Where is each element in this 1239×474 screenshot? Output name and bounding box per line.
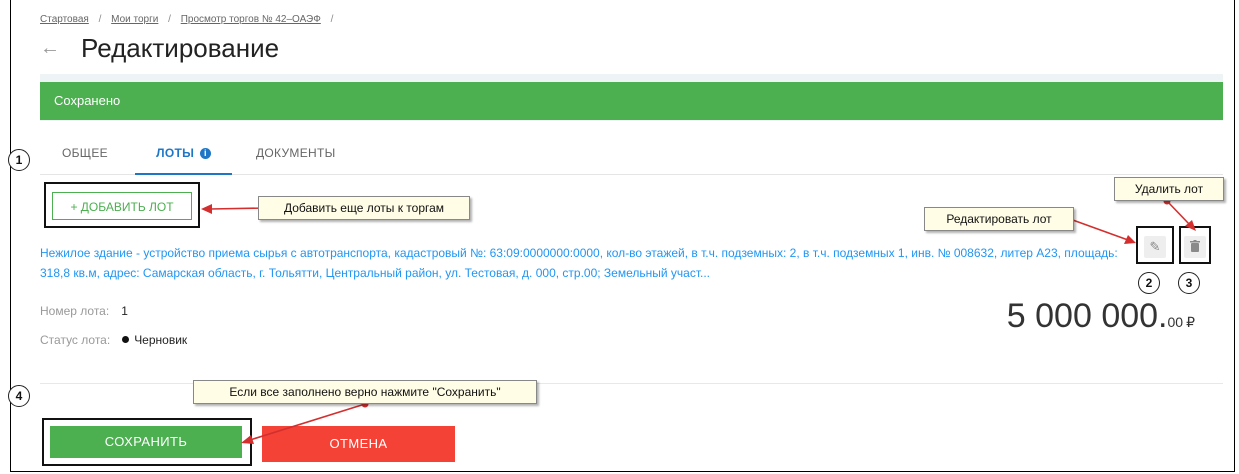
lot-number-label: Номер лота: bbox=[40, 304, 110, 318]
delete-lot-callout: Удалить лот bbox=[1114, 177, 1224, 201]
lot-status-value-wrap: Черновик bbox=[122, 333, 187, 347]
currency-symbol: ₽ bbox=[1186, 314, 1195, 330]
breadcrumb-separator: / bbox=[330, 14, 334, 25]
breadcrumb-separator: / bbox=[168, 14, 171, 25]
back-arrow-icon[interactable]: ← bbox=[40, 38, 60, 58]
trash-icon[interactable] bbox=[1184, 236, 1206, 258]
pencil-icon[interactable]: ✎ bbox=[1144, 236, 1166, 258]
breadcrumb-home[interactable]: Стартовая bbox=[40, 14, 89, 25]
save-highlight: СОХРАНИТЬ bbox=[42, 418, 252, 466]
status-dot-icon bbox=[122, 336, 130, 343]
price-cents: 00 bbox=[1167, 314, 1184, 330]
edit-lot-highlight: ✎ bbox=[1136, 226, 1174, 264]
step-marker-1: 1 bbox=[8, 149, 30, 171]
saved-notice: Сохранено bbox=[40, 82, 1223, 120]
step-marker-4: 4 bbox=[8, 385, 30, 407]
step-marker-2: 2 bbox=[1138, 272, 1160, 294]
info-icon: i bbox=[199, 148, 211, 159]
tab-documents[interactable]: ДОКУМЕНТЫ bbox=[256, 146, 336, 173]
step-marker-3: 3 bbox=[1178, 272, 1200, 294]
cancel-button[interactable]: ОТМЕНА bbox=[262, 426, 455, 462]
breadcrumb: Стартовая / Мои торги / Просмотр торгов … bbox=[40, 14, 340, 25]
breadcrumb-tender-view[interactable]: Просмотр торгов № 42–ОАЭФ bbox=[181, 14, 321, 25]
tab-general[interactable]: ОБЩЕЕ bbox=[62, 146, 108, 173]
add-lot-callout: Добавить еще лоты к торгам bbox=[258, 196, 470, 220]
tab-lots[interactable]: ЛОТЫ i bbox=[135, 146, 232, 175]
tab-lots-label: ЛОТЫ bbox=[156, 146, 195, 160]
price-main: 5 000 000. bbox=[1006, 297, 1168, 335]
edit-lot-callout: Редактировать лот bbox=[924, 207, 1074, 231]
lot-description-link[interactable]: Нежилое здание - устройство приема сырья… bbox=[40, 243, 1120, 283]
breadcrumb-separator: / bbox=[98, 14, 102, 25]
lot-status-value: Черновик bbox=[134, 333, 188, 347]
breadcrumb-my-tenders[interactable]: Мои торги bbox=[111, 14, 158, 25]
lot-status: Статус лота: Черновик bbox=[40, 333, 187, 347]
add-lot-highlight: + ДОБАВИТЬ ЛОТ bbox=[44, 182, 200, 228]
tab-bar: ОБЩЕЕ ЛОТЫ i ДОКУМЕНТЫ bbox=[40, 140, 1223, 175]
lot-status-label: Статус лота: bbox=[40, 333, 111, 347]
save-button[interactable]: СОХРАНИТЬ bbox=[50, 426, 242, 458]
add-lot-button[interactable]: + ДОБАВИТЬ ЛОТ bbox=[52, 192, 192, 220]
lot-price: 5 000 000.00 ₽ bbox=[1007, 297, 1195, 336]
save-callout: Если все заполнено верно нажмите "Сохран… bbox=[193, 380, 537, 404]
delete-lot-highlight bbox=[1179, 226, 1211, 264]
lot-number-value: 1 bbox=[121, 304, 128, 318]
page-title: Редактирование bbox=[81, 33, 280, 63]
lot-number: Номер лота: 1 bbox=[40, 304, 128, 318]
